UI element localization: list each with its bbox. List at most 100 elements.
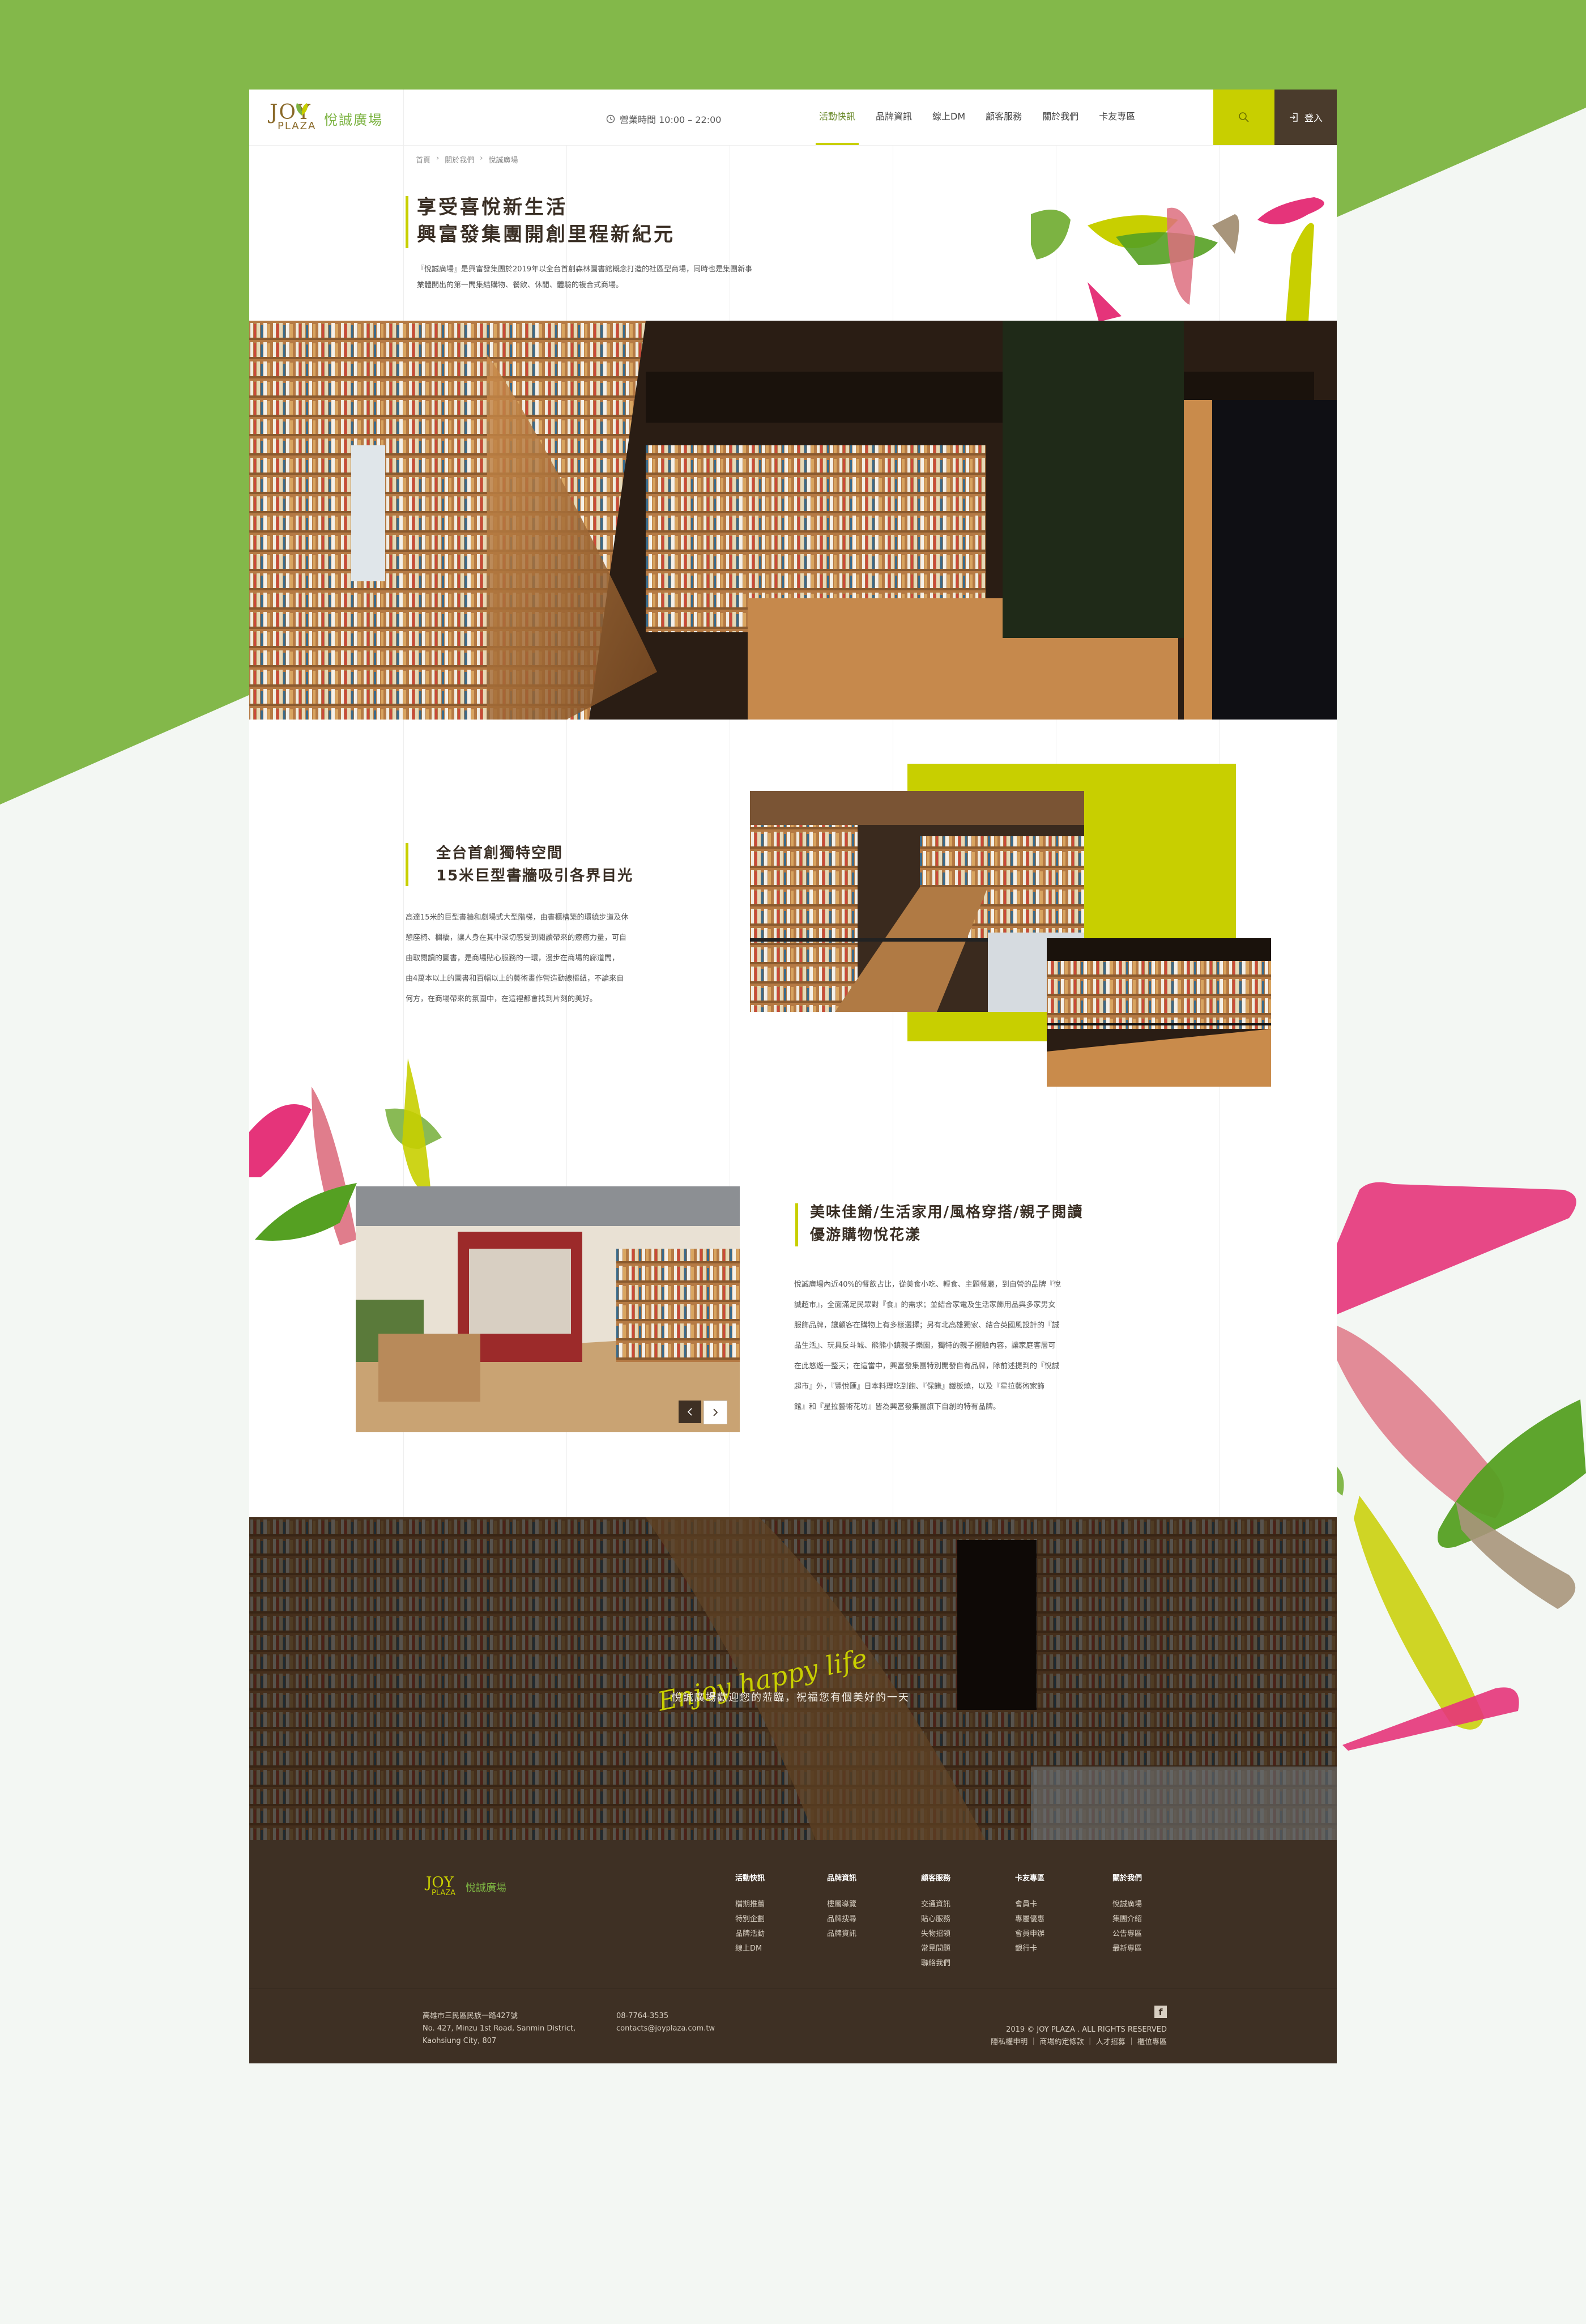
footer-link[interactable]: 常見問題 — [921, 1942, 950, 1956]
logo-chinese-text: 悅誠廣場 — [324, 112, 383, 128]
footer-link[interactable]: 失物招領 — [921, 1927, 950, 1942]
section1-image-main — [750, 791, 1084, 1012]
opening-hours-text: 營業時間 10:00 – 22:00 — [620, 114, 722, 125]
section1-text-line: 憩座椅、欄橋，讓人身在其中深切感受到閱讀帶來的療癒力量，可自 — [406, 934, 627, 942]
intro-title-bar — [406, 196, 408, 248]
slider-prev-button[interactable] — [679, 1401, 701, 1423]
footer-link[interactable]: 最新專區 — [1112, 1942, 1142, 1956]
section2-title-line2: 優游購物悅花漾 — [810, 1227, 922, 1244]
header-divider — [403, 90, 404, 145]
section2-title-bar — [795, 1203, 798, 1246]
nav-item-members[interactable]: 卡友專區 — [1089, 90, 1145, 145]
section1-title: 全台首創獨特空間 15米巨型書牆吸引各界目光 — [436, 842, 633, 887]
breadcrumb: 首頁 › 關於我們 › 悅誠廣場 — [416, 154, 518, 165]
section2-text-line: 悅誠廣場內近40%的餐飲占比，從美食小吃、輕食、主題餐廳，到自營的品牌『悅 — [794, 1280, 1061, 1289]
clock-icon — [606, 114, 615, 124]
footer-link[interactable]: 線上DM — [735, 1942, 765, 1956]
section2-title: 美味佳餚/生活家用/風格穿搭/親子閱讀 優游購物悅花漾 — [810, 1201, 1084, 1246]
intro-text-line2: 業體開出的第一間集結購物、餐飲、休閒、體驗的複合式商場。 — [417, 281, 624, 290]
footer-link[interactable]: 悅誠廣場 — [1112, 1897, 1142, 1912]
footer-link[interactable]: 品牌搜尋 — [827, 1912, 856, 1927]
section2-title-line1: 美味佳餚/生活家用/風格穿搭/親子閱讀 — [810, 1204, 1084, 1221]
footer-link[interactable]: 檔期推薦 — [735, 1897, 765, 1912]
opening-hours: 營業時間 10:00 – 22:00 — [606, 112, 721, 126]
chevron-left-icon — [687, 1408, 692, 1416]
footer-logo-cn: 悅誠廣場 — [466, 1882, 506, 1894]
breadcrumb-about[interactable]: 關於我們 — [445, 154, 474, 165]
logo[interactable]: JOY PLAZA 悅誠廣場 — [270, 101, 383, 135]
site-footer — [249, 1840, 1337, 2063]
footer-column-brands: 品牌資訊 樓層導覽 品牌搜尋 品牌資訊 — [827, 1872, 856, 1942]
slider-next-button[interactable] — [704, 1401, 727, 1424]
decorative-leaves-top — [1031, 197, 1324, 322]
footer-link[interactable]: 專屬優惠 — [1015, 1912, 1044, 1927]
section1-image-secondary — [1047, 938, 1271, 1087]
decorative-leaves-right — [1329, 1182, 1586, 1751]
intro-text: 『悅誠廣場』是興富發集團於2019年以全台首創森林圖書館概念打造的社區型商場，同… — [417, 262, 752, 293]
footer-link[interactable]: 會員申辦 — [1015, 1927, 1044, 1942]
footer-link[interactable]: 交通資訊 — [921, 1897, 950, 1912]
footer-link[interactable]: 品牌資訊 — [827, 1927, 856, 1942]
footer-logo[interactable]: JOY PLAZA 悅誠廣場 — [426, 1874, 522, 1902]
login-label: 登入 — [1304, 113, 1323, 124]
section1-title-line2: 15米巨型書牆吸引各界目光 — [436, 867, 634, 884]
footer-copyright-block: 2019 © JOY PLAZA . ALL RIGHTS RESERVED 隱… — [929, 2024, 1167, 2049]
intro-title: 享受喜悅新生活 興富發集團開創里程新紀元 — [417, 194, 675, 248]
footer-link[interactable]: 聯絡我們 — [921, 1956, 950, 1971]
facebook-icon[interactable]: f — [1154, 2006, 1167, 2018]
section1-text: 高達15米的巨型書牆和劇場式大型階梯，由書櫃構築的環繞步道及休 憩座椅、欄橋，讓… — [406, 908, 629, 1010]
footer-legal-links[interactable]: 隱私權申明 ｜ 商場約定條款 ｜ 人才招募 ｜ 櫃位專區 — [991, 2038, 1167, 2046]
nav-item-service[interactable]: 顧客服務 — [975, 90, 1032, 145]
intro-title-line1: 享受喜悅新生活 — [417, 196, 568, 219]
footer-link[interactable]: 樓層導覽 — [827, 1897, 856, 1912]
nav-item-about[interactable]: 關於我們 — [1032, 90, 1089, 145]
footer-email[interactable]: contacts@joyplaza.com.tw — [616, 2024, 715, 2033]
footer-column-news: 活動快訊 檔期推薦 特別企劃 品牌活動 線上DM — [735, 1872, 765, 1956]
section1-title-bar — [406, 843, 408, 886]
section2-text-line: 在此悠遊一整天；在這當中，興富發集團特別開發自有品牌，除前述提到的『悅誠 — [794, 1362, 1060, 1370]
section2-text-line: 誠超市』，全面滿足民眾對『食』的需求；並結合家電及生活家飾用品與多家男女 — [794, 1301, 1056, 1309]
section1-title-line1: 全台首創獨特空間 — [436, 845, 564, 862]
banner-text: 悅誠廣場歡迎您的蒞臨，祝福您有個美好的一天 — [672, 1692, 910, 1704]
intro-title-line2: 興富發集團開創里程新紀元 — [417, 223, 675, 246]
footer-link[interactable]: 公告專區 — [1112, 1927, 1142, 1942]
section2-text-line: 品生活』、玩具反斗城、熊熊小鎮親子樂園，獨特的親子體驗內容，讓家庭客層可 — [794, 1342, 1056, 1350]
footer-logo-plaza: PLAZA — [432, 1889, 456, 1897]
breadcrumb-separator: › — [436, 154, 440, 163]
footer-address: 高雄市三民區民族一路427號 No. 427, Minzu 1st Road, … — [423, 2010, 575, 2048]
footer-phone[interactable]: 08-7764-3535 — [616, 2012, 668, 2020]
nav-item-news[interactable]: 活動快訊 — [809, 90, 866, 145]
nav-item-brands[interactable]: 品牌資訊 — [866, 90, 922, 145]
section2-text-line: 超市』外，『豐悅匯』日本料理吃到飽、『保饈』鐵板燒，以及『星拉藝術家飾 — [794, 1382, 1045, 1391]
section1-text-line: 由取閱讀的圖書，是商場貼心服務的一環，漫步在商場的廊道間， — [406, 954, 620, 963]
footer-column-title: 活動快訊 — [735, 1874, 765, 1883]
footer-link[interactable]: 品牌活動 — [735, 1927, 765, 1942]
section2-text: 悅誠廣場內近40%的餐飲占比，從美食小吃、輕食、主題餐廳，到自營的品牌『悅 誠超… — [794, 1275, 1061, 1418]
section2-text-line: 服飾品牌，讓顧客在購物上有多樣選擇；另有北高雄獨家、結合英國風設計的『誠 — [794, 1321, 1060, 1330]
site-header: JOY PLAZA 悅誠廣場 營業時間 10:00 – 22:00 活動快訊 品… — [249, 90, 1337, 146]
footer-link[interactable]: 銀行卡 — [1015, 1942, 1044, 1956]
breadcrumb-current: 悅誠廣場 — [488, 156, 518, 165]
intro-text-line1: 『悅誠廣場』是興富發集團於2019年以全台首創森林圖書館概念打造的社區型商場，同… — [417, 265, 753, 274]
footer-column-title: 關於我們 — [1112, 1874, 1142, 1883]
section1-text-line: 由4萬本以上的圖書和百幅以上的藝術畫作營造動線樞紐，不論來自 — [406, 974, 624, 983]
footer-column-title: 顧客服務 — [921, 1874, 951, 1883]
page-container: JOY PLAZA 悅誠廣場 營業時間 10:00 – 22:00 活動快訊 品… — [249, 90, 1337, 2063]
logo-plaza-text: PLAZA — [278, 120, 317, 132]
footer-column-about: 關於我們 悅誠廣場 集團介紹 公告專區 最新專區 — [1112, 1872, 1142, 1956]
footer-link[interactable]: 特別企劃 — [735, 1912, 765, 1927]
login-icon — [1289, 113, 1298, 122]
nav-item-dm[interactable]: 線上DM — [922, 90, 975, 145]
login-button[interactable]: 登入 — [1274, 90, 1337, 145]
footer-contact: 08-7764-3535 contacts@joyplaza.com.tw — [616, 2010, 715, 2035]
footer-link[interactable]: 會員卡 — [1015, 1897, 1044, 1912]
breadcrumb-home[interactable]: 首頁 — [416, 154, 430, 165]
breadcrumb-separator: › — [480, 154, 483, 163]
footer-copyright: 2019 © JOY PLAZA . ALL RIGHTS RESERVED — [1006, 2025, 1167, 2034]
search-button[interactable] — [1213, 90, 1274, 145]
footer-address-line: No. 427, Minzu 1st Road, Sanmin District… — [423, 2024, 576, 2033]
footer-column-members: 卡友專區 會員卡 專屬優惠 會員申辦 銀行卡 — [1015, 1872, 1044, 1956]
footer-link[interactable]: 貼心服務 — [921, 1912, 950, 1927]
hero-bookstore-image — [249, 321, 1337, 720]
footer-link[interactable]: 集團介紹 — [1112, 1912, 1142, 1927]
